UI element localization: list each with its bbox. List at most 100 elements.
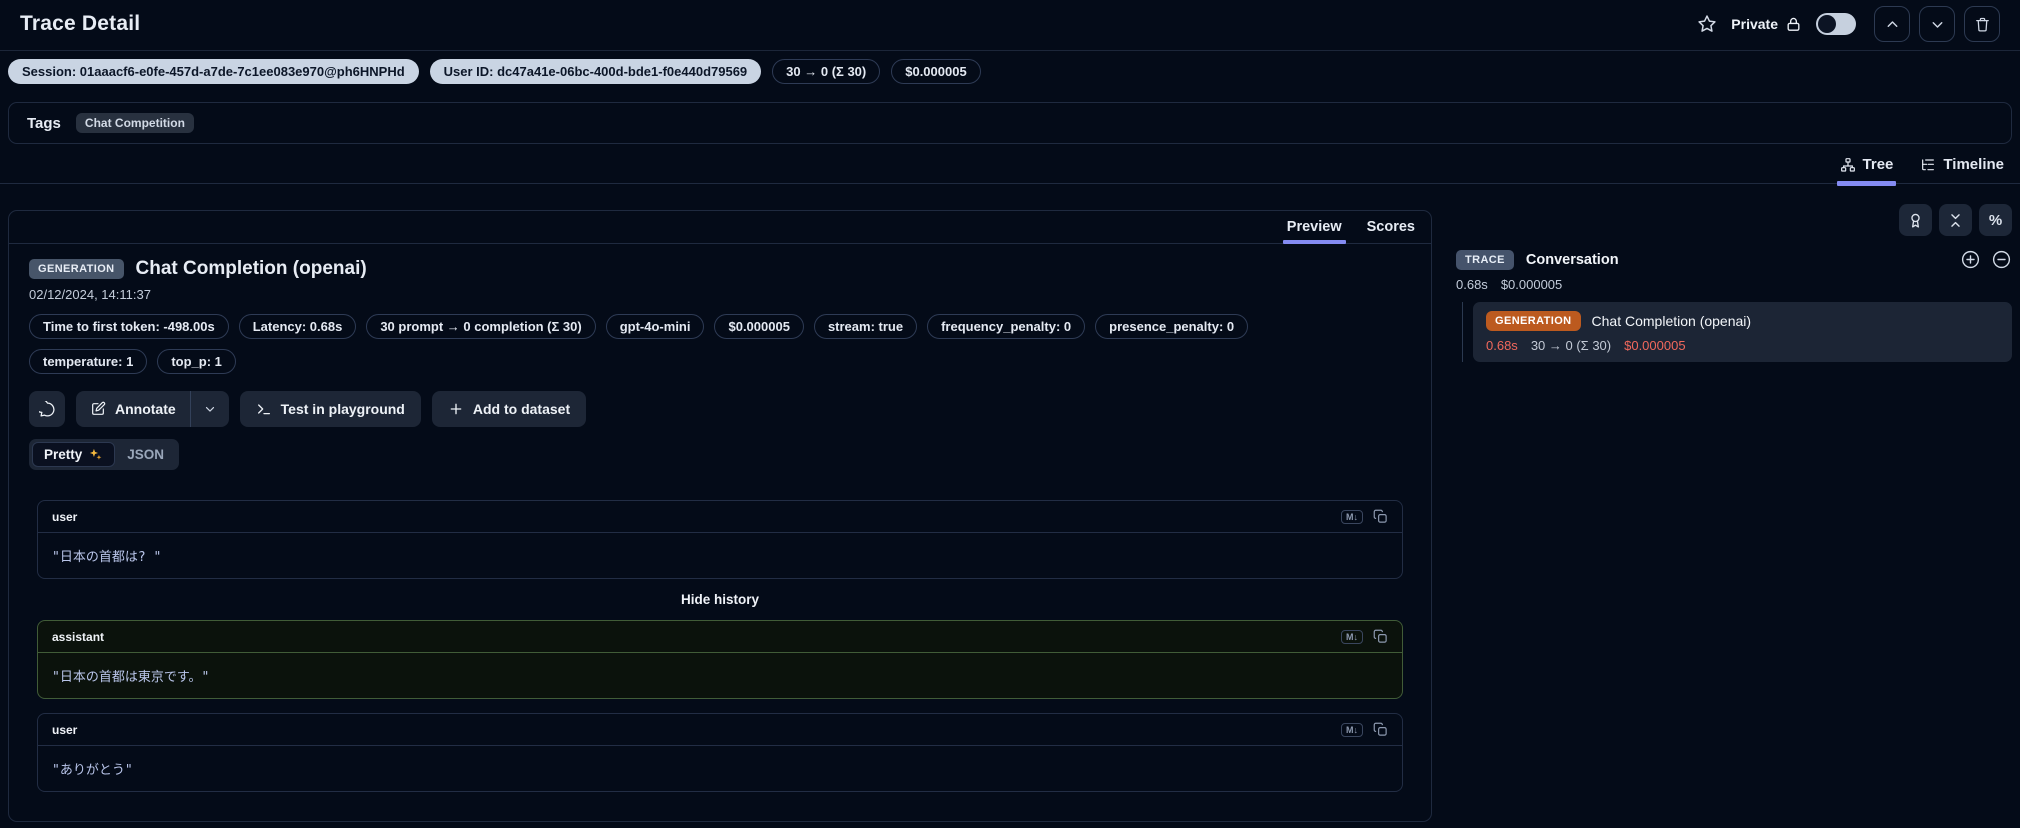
user-id-badge[interactable]: User ID: dc47a41e-06bc-400d-bde1-f0e440d… — [429, 59, 762, 84]
nav-button-group — [1874, 6, 2000, 42]
collapse-all-button[interactable] — [1939, 204, 1972, 236]
format-pretty-option[interactable]: Pretty — [32, 442, 116, 467]
tag-chat-competition[interactable]: Chat Competition — [75, 113, 194, 133]
observation-timestamp: 02/12/2024, 14:11:37 — [29, 287, 151, 302]
observation-title: Chat Completion (openai) — [135, 258, 367, 279]
comment-bubble-icon — [38, 400, 56, 418]
trace-cost: $0.000005 — [1500, 277, 1563, 292]
generation-type-badge: GENERATION — [29, 259, 124, 279]
message-content: "ありがとう" — [52, 763, 133, 778]
view-tabs: Tree Timeline — [0, 144, 2020, 186]
copy-icon — [1373, 509, 1388, 524]
message-role: assistant — [52, 629, 105, 644]
chevron-down-icon — [203, 402, 217, 416]
messages-list: user M↓ "日本の首都は? " Hide history assistan… — [37, 500, 1403, 792]
annotate-label: Annotate — [115, 401, 176, 417]
toggle-metrics-button[interactable]: % — [1979, 204, 2012, 236]
tab-scores[interactable]: Scores — [1367, 219, 1415, 235]
observation-header: GENERATION Chat Completion (openai) — [29, 258, 1411, 280]
tree-node-row: GENERATION Chat Completion (openai) 0.68… — [1456, 302, 2012, 362]
chevron-up-icon — [1884, 16, 1901, 33]
copy-button[interactable] — [1373, 509, 1388, 524]
tab-tree-label: Tree — [1862, 156, 1894, 173]
message-content: "日本の首都は? " — [52, 550, 162, 565]
message-header: user M↓ — [38, 714, 1402, 746]
presence-penalty-badge: presence_penalty: 0 — [1095, 314, 1249, 339]
message-panel-user-2: user M↓ "ありがとう" — [37, 713, 1403, 792]
node-tokens: 30 → 0 (Σ 30) — [1530, 338, 1612, 353]
pretty-label: Pretty — [44, 447, 83, 462]
tab-timeline[interactable]: Timeline — [1920, 156, 2004, 173]
chevron-down-icon — [1929, 16, 1946, 33]
markdown-toggle-icon[interactable]: M↓ — [1341, 509, 1363, 524]
format-json-option[interactable]: JSON — [115, 442, 176, 467]
observation-detail-card: Preview Scores GENERATION Chat Completio… — [8, 210, 1432, 822]
observation-metric-badges: Time to first token: -498.00s Latency: 0… — [29, 314, 1289, 374]
tab-tree[interactable]: Tree — [1836, 156, 1897, 186]
trace-type-badge: TRACE — [1456, 249, 1514, 270]
sparkles-icon — [88, 447, 103, 462]
tab-timeline-label: Timeline — [1943, 156, 2004, 173]
toggle-knob — [1818, 15, 1836, 33]
node-latency: 0.68s — [1486, 338, 1518, 353]
message-panel-assistant: assistant M↓ "日本の首都は東京です。" — [37, 620, 1403, 699]
message-panel-user-1: user M↓ "日本の首都は? " — [37, 500, 1403, 579]
collapse-all-circle-button[interactable] — [1991, 249, 2012, 270]
model-badge: gpt-4o-mini — [605, 314, 705, 339]
tab-preview[interactable]: Preview — [1282, 219, 1346, 244]
top-bar: Trace Detail Private — [0, 0, 2020, 51]
token-usage-badge: 30 → 0 (Σ 30) — [772, 59, 881, 84]
add-to-dataset-label: Add to dataset — [472, 401, 571, 417]
prompt-completion-badge: 30 prompt → 0 completion (Σ 30) — [366, 314, 596, 339]
annotate-button[interactable]: Annotate — [76, 391, 190, 427]
latency-badge: Latency: 0.68s — [238, 314, 357, 339]
playground-label: Test in playground — [280, 401, 405, 417]
award-icon — [1907, 212, 1924, 229]
generation-node-selected[interactable]: GENERATION Chat Completion (openai) 0.68… — [1473, 302, 2012, 362]
circle-minus-icon — [1991, 249, 2012, 270]
trace-meta-row: Session: 01aaacf6-e0fe-457d-a7de-7c1ee08… — [0, 51, 2020, 92]
test-in-playground-button[interactable]: Test in playground — [239, 391, 421, 427]
markdown-toggle-icon[interactable]: M↓ — [1341, 629, 1363, 644]
add-to-dataset-button[interactable]: Add to dataset — [431, 391, 587, 427]
lock-icon — [1785, 16, 1802, 33]
visibility-label-group: Private — [1731, 16, 1802, 33]
delete-trace-button[interactable] — [1964, 6, 2000, 42]
page-title: Trace Detail — [20, 12, 141, 35]
percent-icon: % — [1988, 211, 2003, 229]
cost-badge: $0.000005 — [891, 59, 981, 84]
expand-all-button[interactable] — [1960, 249, 1981, 270]
markdown-toggle-icon[interactable]: M↓ — [1341, 722, 1363, 737]
trace-root-row[interactable]: TRACE Conversation — [1456, 249, 2012, 270]
public-sharing-toggle[interactable] — [1816, 13, 1856, 35]
tags-box: Tags Chat Competition — [8, 102, 2012, 144]
session-badge[interactable]: Session: 01aaacf6-e0fe-457d-a7de-7c1ee08… — [8, 59, 419, 84]
toggle-scores-button[interactable] — [1899, 204, 1932, 236]
temperature-badge: temperature: 1 — [29, 349, 148, 374]
comments-button[interactable] — [29, 391, 65, 427]
circle-plus-icon — [1960, 249, 1981, 270]
top-bar-actions: Private — [1697, 6, 2000, 42]
message-role: user — [52, 722, 78, 737]
visibility-label: Private — [1731, 16, 1778, 32]
fold-vertical-icon — [1947, 212, 1964, 229]
previous-trace-button[interactable] — [1874, 6, 1910, 42]
trash-icon — [1974, 16, 1991, 33]
copy-button[interactable] — [1373, 722, 1388, 737]
node-cost: $0.000005 — [1624, 338, 1686, 353]
annotate-pen-icon — [90, 401, 106, 417]
next-trace-button[interactable] — [1919, 6, 1955, 42]
copy-button[interactable] — [1373, 629, 1388, 644]
message-header: assistant M↓ — [38, 621, 1402, 653]
annotate-dropdown-button[interactable] — [189, 391, 229, 427]
trace-stats: 0.68s $0.000005 — [1456, 277, 2012, 292]
node-header: GENERATION Chat Completion (openai) — [1486, 311, 1999, 331]
tree-icon — [1840, 157, 1856, 173]
hide-history-button[interactable]: Hide history — [37, 592, 1403, 607]
message-tools: M↓ — [1341, 722, 1388, 737]
detail-card-body: GENERATION Chat Completion (openai) 02/1… — [9, 244, 1431, 812]
format-toggle: Pretty JSON — [29, 439, 180, 470]
bookmark-star-button[interactable] — [1697, 14, 1717, 34]
message-content: "日本の首都は東京です。" — [52, 670, 210, 685]
timeline-icon — [1920, 157, 1936, 173]
